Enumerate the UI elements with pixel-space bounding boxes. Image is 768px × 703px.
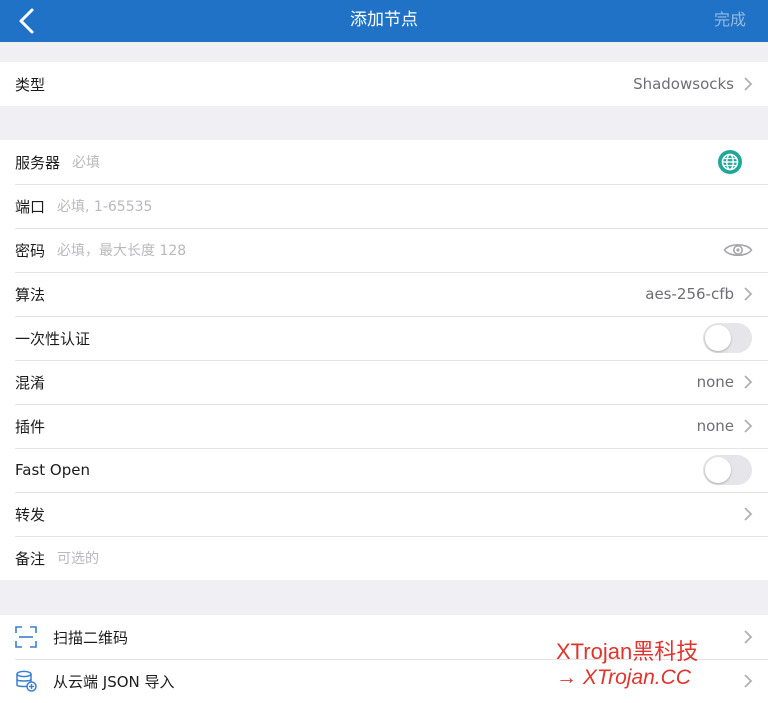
watermark-url: → XTrojan.CC bbox=[556, 666, 691, 689]
password-row[interactable]: 密码 必填，最大长度 128 bbox=[0, 228, 768, 272]
chevron-right-icon bbox=[744, 507, 753, 521]
one-time-auth-toggle[interactable] bbox=[703, 323, 752, 353]
eye-icon[interactable] bbox=[723, 240, 753, 260]
chevron-right-icon bbox=[744, 287, 753, 301]
cloud-json-label: 从云端 JSON 导入 bbox=[53, 672, 175, 691]
note-input[interactable]: 可选的 bbox=[57, 548, 99, 568]
fast-open-toggle[interactable] bbox=[703, 455, 752, 485]
fast-open-label: Fast Open bbox=[15, 461, 90, 479]
server-row[interactable]: 服务器 必填 bbox=[0, 140, 768, 184]
cipher-row[interactable]: 算法 aes-256-cfb bbox=[0, 272, 768, 316]
watermark-text: XTrojan黑科技 bbox=[556, 639, 699, 664]
obfs-row[interactable]: 混淆 none bbox=[0, 360, 768, 404]
fast-open-row: Fast Open bbox=[0, 448, 768, 492]
type-row[interactable]: 类型 Shadowsocks bbox=[0, 62, 768, 106]
type-group: 类型 Shadowsocks bbox=[0, 62, 768, 106]
note-label: 备注 bbox=[15, 549, 46, 568]
cipher-value: aes-256-cfb bbox=[645, 285, 734, 303]
one-time-auth-row: 一次性认证 bbox=[0, 316, 768, 360]
chevron-right-icon bbox=[744, 375, 753, 389]
chevron-right-icon bbox=[744, 674, 753, 688]
chevron-right-icon bbox=[744, 77, 753, 91]
note-row[interactable]: 备注 可选的 bbox=[0, 536, 768, 580]
page-title: 添加节点 bbox=[350, 10, 418, 30]
forward-label: 转发 bbox=[15, 505, 46, 524]
toggle-knob bbox=[705, 325, 731, 351]
forward-row[interactable]: 转发 bbox=[0, 492, 768, 536]
done-button[interactable]: 完成 bbox=[714, 0, 746, 42]
chevron-right-icon bbox=[744, 630, 753, 644]
obfs-label: 混淆 bbox=[15, 373, 46, 392]
navigation-bar: 添加节点 完成 bbox=[0, 0, 768, 42]
globe-icon[interactable] bbox=[718, 150, 742, 174]
obfs-value: none bbox=[696, 373, 734, 391]
type-label: 类型 bbox=[15, 75, 46, 94]
password-label: 密码 bbox=[15, 241, 46, 260]
plugin-row[interactable]: 插件 none bbox=[0, 404, 768, 448]
plugin-label: 插件 bbox=[15, 417, 46, 436]
server-settings-group: 服务器 必填 端口 必填, 1-65535 密码 必填，最大长度 128 算法 … bbox=[0, 140, 768, 580]
chevron-right-icon bbox=[744, 419, 753, 433]
plugin-value: none bbox=[696, 417, 734, 435]
server-label: 服务器 bbox=[15, 153, 61, 172]
database-import-icon bbox=[16, 670, 37, 692]
type-value: Shadowsocks bbox=[633, 75, 734, 93]
server-input[interactable]: 必填 bbox=[72, 152, 100, 172]
one-time-auth-label: 一次性认证 bbox=[15, 329, 91, 348]
port-input[interactable]: 必填, 1-65535 bbox=[57, 196, 152, 216]
password-input[interactable]: 必填，最大长度 128 bbox=[57, 240, 186, 260]
port-row[interactable]: 端口 必填, 1-65535 bbox=[0, 184, 768, 228]
scan-qr-icon bbox=[15, 626, 37, 648]
toggle-knob bbox=[705, 457, 731, 483]
scan-qr-label: 扫描二维码 bbox=[53, 628, 129, 647]
port-label: 端口 bbox=[15, 197, 46, 216]
cipher-label: 算法 bbox=[15, 285, 46, 304]
